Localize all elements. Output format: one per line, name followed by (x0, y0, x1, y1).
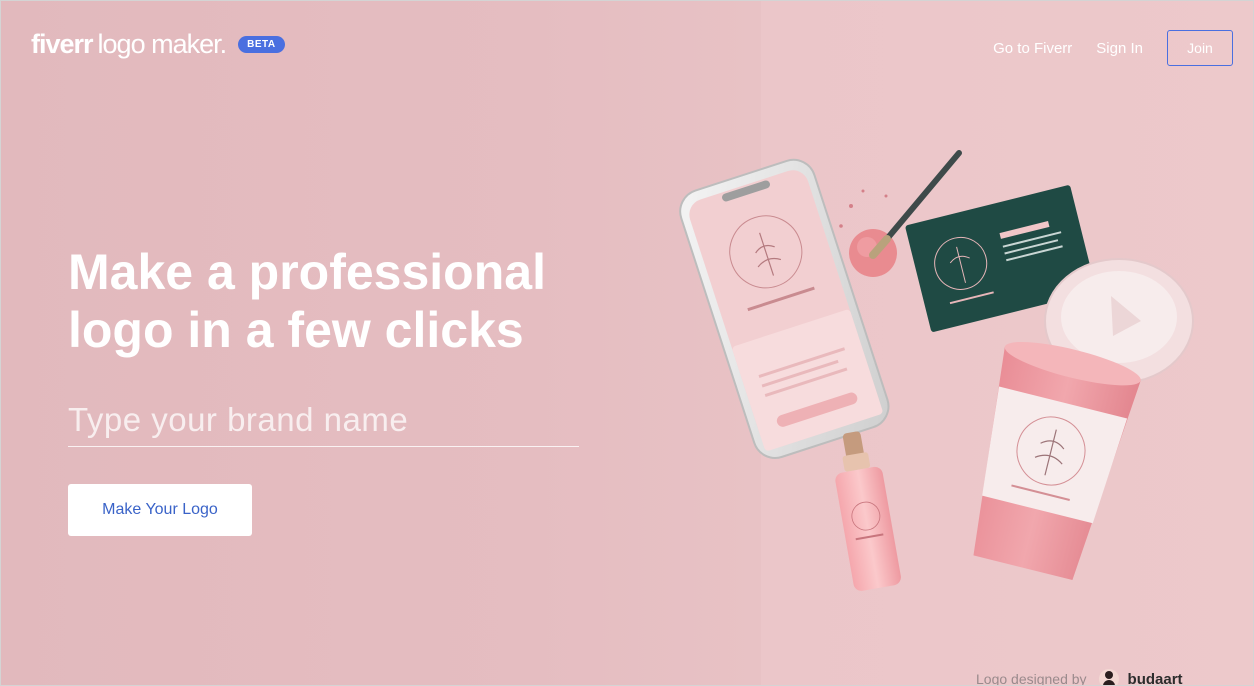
phone-mockup (679, 158, 890, 459)
page: fiverr logo maker. BETA Go to Fiverr Sig… (0, 0, 1254, 686)
sign-in-link[interactable]: Sign In (1096, 40, 1143, 57)
fiverr-logo[interactable]: fiverr logo maker. BETA (31, 29, 285, 60)
headline-line-2: logo in a few clicks (68, 302, 524, 358)
logo-brand-text: fiverr (31, 29, 94, 59)
designer-credit: Logo designed by budaart (976, 669, 1183, 686)
logo-product-text: logo maker. (97, 29, 228, 59)
headline-line-1: Make a professional (68, 244, 546, 300)
beta-badge: BETA (238, 36, 285, 53)
paper-cup (973, 341, 1141, 581)
credit-prefix: Logo designed by (976, 671, 1087, 686)
brand-name-input[interactable] (68, 394, 579, 447)
hero-headline: Make a professional logo in a few clicks (68, 243, 628, 359)
make-your-logo-button[interactable]: Make Your Logo (68, 484, 252, 536)
credit-author-link[interactable]: budaart (1128, 671, 1183, 686)
join-button[interactable]: Join (1167, 30, 1233, 66)
dropper-bottle (835, 431, 901, 591)
top-nav: Go to Fiverr Sign In Join (993, 30, 1233, 66)
go-to-fiverr-link[interactable]: Go to Fiverr (993, 40, 1072, 57)
user-avatar-icon (1098, 669, 1119, 685)
product-mockup-illustration (679, 150, 1194, 591)
